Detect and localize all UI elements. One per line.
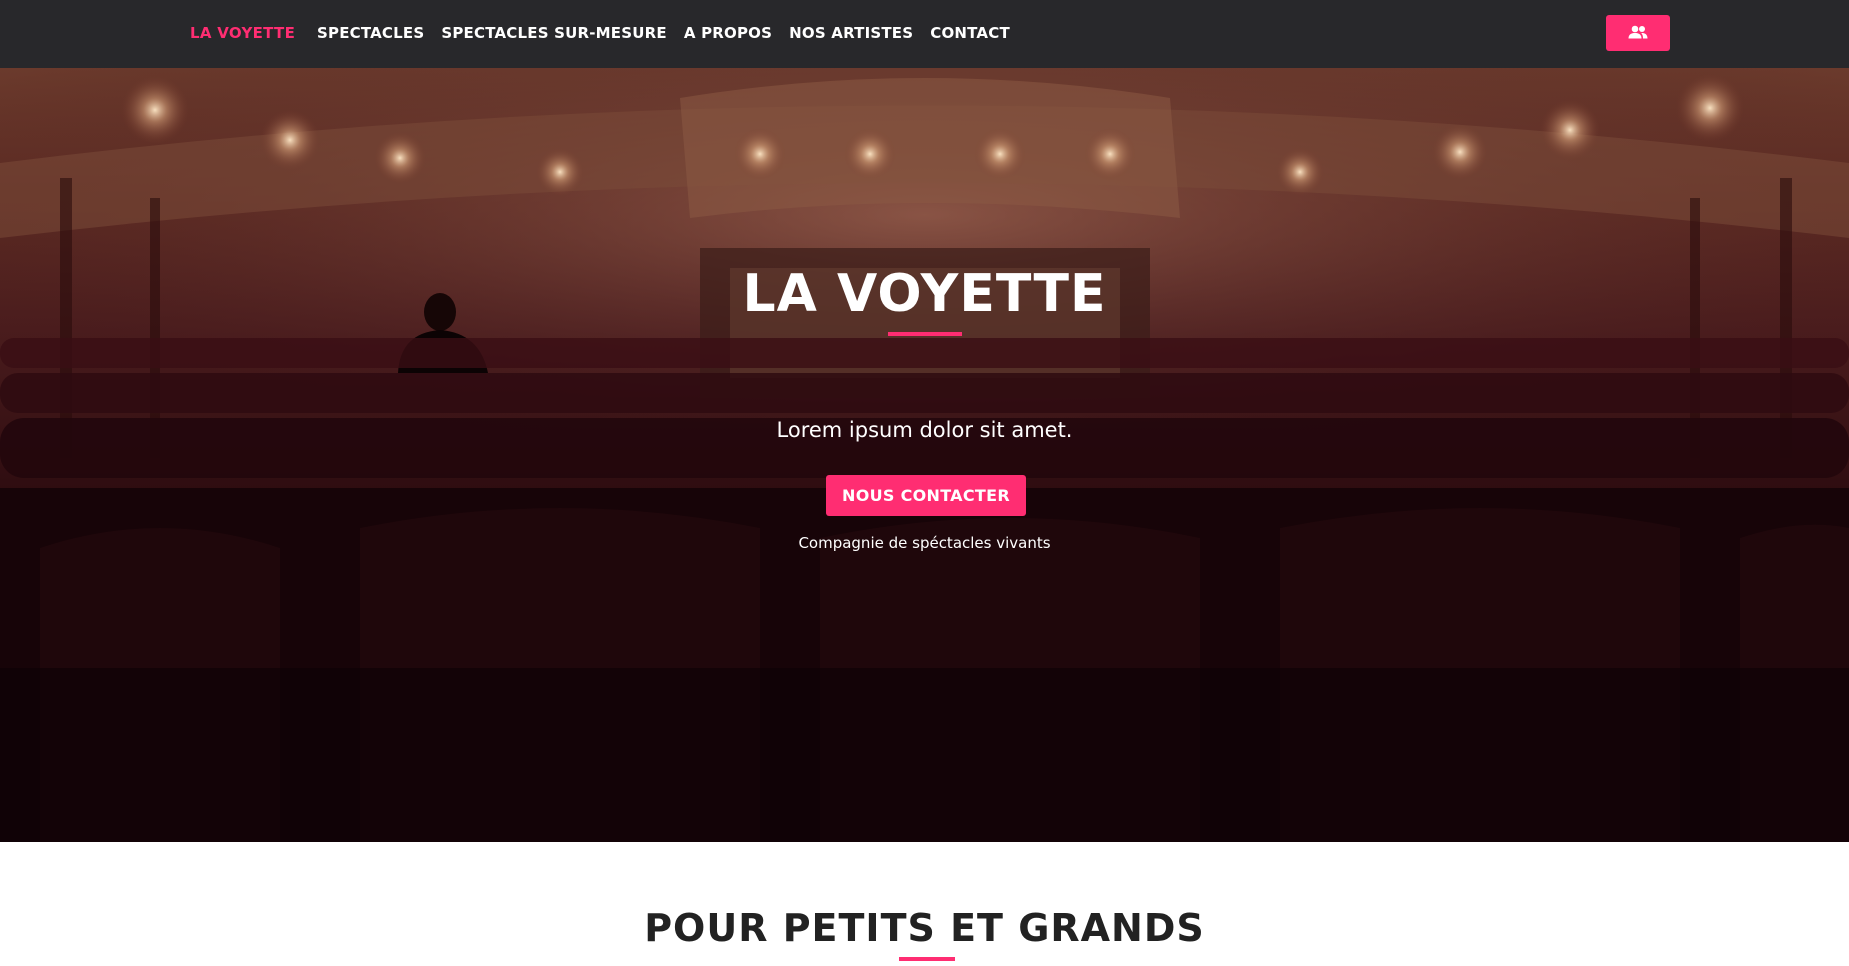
- nav-link-spectacles[interactable]: SPECTACLES: [317, 24, 424, 42]
- section-title: POUR PETITS ET GRANDS: [644, 906, 1205, 950]
- nav-link-a-propos[interactable]: A PROPOS: [684, 24, 772, 42]
- hero-title: LA VOYETTE: [742, 264, 1107, 324]
- nav-links: SPECTACLES SPECTACLES SUR-MESURE A PROPO…: [317, 24, 1010, 42]
- hero-subtitle: Lorem ipsum dolor sit amet.: [776, 418, 1073, 442]
- contact-button[interactable]: NOUS CONTACTER: [826, 475, 1026, 516]
- navbar: LA VOYETTE SPECTACLES SPECTACLES SUR-MES…: [0, 0, 1849, 68]
- users-icon: [1627, 25, 1649, 42]
- nav-link-nos-artistes[interactable]: NOS ARTISTES: [789, 24, 913, 42]
- hero-content: LA VOYETTE Lorem ipsum dolor sit amet. N…: [0, 68, 1849, 842]
- nav-link-spectacles-sur-mesure[interactable]: SPECTACLES SUR-MESURE: [441, 24, 666, 42]
- section-title-underline: [899, 957, 955, 961]
- nav-link-contact[interactable]: CONTACT: [930, 24, 1010, 42]
- hero-tagline: Compagnie de spéctacles vivants: [798, 534, 1051, 552]
- hero-title-underline: [888, 332, 962, 336]
- hero-section: LA VOYETTE Lorem ipsum dolor sit amet. N…: [0, 68, 1849, 842]
- brand-link[interactable]: LA VOYETTE: [190, 24, 295, 42]
- account-button[interactable]: [1606, 15, 1670, 51]
